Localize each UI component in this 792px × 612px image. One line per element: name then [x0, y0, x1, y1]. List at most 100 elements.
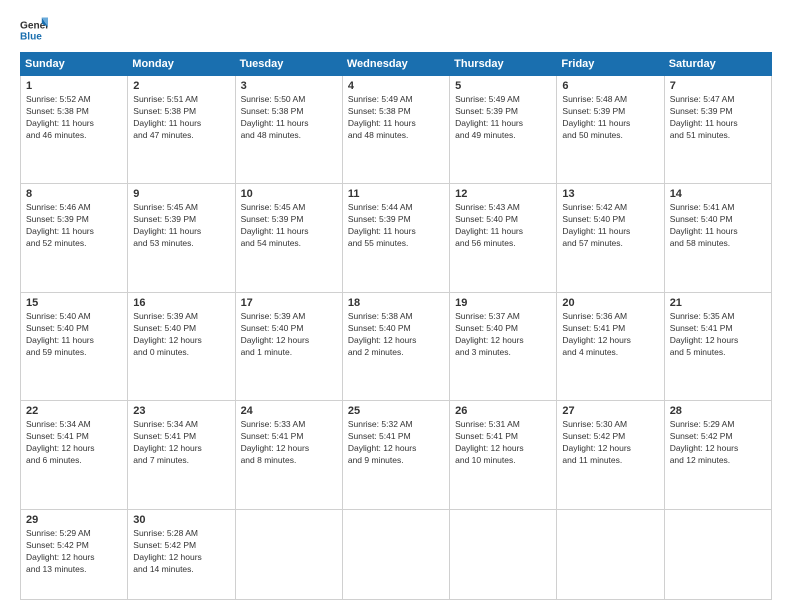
day-number: 23	[133, 405, 229, 417]
day-number: 30	[133, 514, 229, 526]
cell-content: Sunrise: 5:45 AM Sunset: 5:39 PM Dayligh…	[241, 202, 337, 250]
cell-content: Sunrise: 5:32 AM Sunset: 5:41 PM Dayligh…	[348, 419, 444, 467]
cell-content: Sunrise: 5:33 AM Sunset: 5:41 PM Dayligh…	[241, 419, 337, 467]
day-number: 11	[348, 188, 444, 200]
calendar-cell: 19 Sunrise: 5:37 AM Sunset: 5:40 PM Dayli…	[450, 292, 557, 400]
logo: General Blue	[20, 16, 48, 44]
weekday-header-tuesday: Tuesday	[235, 53, 342, 76]
day-number: 13	[562, 188, 658, 200]
day-number: 2	[133, 80, 229, 92]
calendar-row-3: 22 Sunrise: 5:34 AM Sunset: 5:41 PM Dayli…	[21, 401, 772, 509]
day-number: 17	[241, 297, 337, 309]
calendar-cell: 8 Sunrise: 5:46 AM Sunset: 5:39 PM Daylig…	[21, 184, 128, 292]
calendar-cell: 22 Sunrise: 5:34 AM Sunset: 5:41 PM Dayli…	[21, 401, 128, 509]
calendar-cell: 29 Sunrise: 5:29 AM Sunset: 5:42 PM Dayli…	[21, 509, 128, 599]
cell-content: Sunrise: 5:42 AM Sunset: 5:40 PM Dayligh…	[562, 202, 658, 250]
cell-content: Sunrise: 5:29 AM Sunset: 5:42 PM Dayligh…	[26, 528, 122, 576]
header: General Blue	[20, 16, 772, 44]
cell-content: Sunrise: 5:34 AM Sunset: 5:41 PM Dayligh…	[26, 419, 122, 467]
day-number: 14	[670, 188, 766, 200]
svg-text:Blue: Blue	[20, 31, 42, 42]
calendar-cell: 25 Sunrise: 5:32 AM Sunset: 5:41 PM Dayli…	[342, 401, 449, 509]
day-number: 27	[562, 405, 658, 417]
calendar-row-0: 1Sunrise: 5:52 AM Sunset: 5:38 PM Daylig…	[21, 76, 772, 184]
day-number: 15	[26, 297, 122, 309]
cell-content: Sunrise: 5:34 AM Sunset: 5:41 PM Dayligh…	[133, 419, 229, 467]
cell-content: Sunrise: 5:39 AM Sunset: 5:40 PM Dayligh…	[241, 311, 337, 359]
calendar-cell: 24 Sunrise: 5:33 AM Sunset: 5:41 PM Dayli…	[235, 401, 342, 509]
weekday-header-row: SundayMondayTuesdayWednesdayThursdayFrid…	[21, 53, 772, 76]
cell-content: Sunrise: 5:44 AM Sunset: 5:39 PM Dayligh…	[348, 202, 444, 250]
calendar-cell: 9 Sunrise: 5:45 AM Sunset: 5:39 PM Daylig…	[128, 184, 235, 292]
calendar-cell: 20 Sunrise: 5:36 AM Sunset: 5:41 PM Dayli…	[557, 292, 664, 400]
day-number: 22	[26, 405, 122, 417]
cell-content: Sunrise: 5:40 AM Sunset: 5:40 PM Dayligh…	[26, 311, 122, 359]
calendar-cell: 12 Sunrise: 5:43 AM Sunset: 5:40 PM Dayli…	[450, 184, 557, 292]
calendar-row-2: 15 Sunrise: 5:40 AM Sunset: 5:40 PM Dayli…	[21, 292, 772, 400]
day-number: 5	[455, 80, 551, 92]
calendar-cell	[557, 509, 664, 599]
logo-icon: General Blue	[20, 16, 48, 44]
cell-content: Sunrise: 5:49 AM Sunset: 5:39 PM Dayligh…	[455, 94, 551, 142]
cell-content: Sunrise: 5:45 AM Sunset: 5:39 PM Dayligh…	[133, 202, 229, 250]
day-number: 29	[26, 514, 122, 526]
cell-content: Sunrise: 5:38 AM Sunset: 5:40 PM Dayligh…	[348, 311, 444, 359]
calendar-cell	[235, 509, 342, 599]
day-number: 26	[455, 405, 551, 417]
cell-content: Sunrise: 5:47 AM Sunset: 5:39 PM Dayligh…	[670, 94, 766, 142]
cell-content: Sunrise: 5:49 AM Sunset: 5:38 PM Dayligh…	[348, 94, 444, 142]
calendar-cell: 26 Sunrise: 5:31 AM Sunset: 5:41 PM Dayli…	[450, 401, 557, 509]
day-number: 9	[133, 188, 229, 200]
cell-content: Sunrise: 5:31 AM Sunset: 5:41 PM Dayligh…	[455, 419, 551, 467]
calendar-cell: 30 Sunrise: 5:28 AM Sunset: 5:42 PM Dayli…	[128, 509, 235, 599]
calendar-cell: 4Sunrise: 5:49 AM Sunset: 5:38 PM Daylig…	[342, 76, 449, 184]
calendar-cell: 1Sunrise: 5:52 AM Sunset: 5:38 PM Daylig…	[21, 76, 128, 184]
day-number: 8	[26, 188, 122, 200]
day-number: 25	[348, 405, 444, 417]
calendar-cell: 23 Sunrise: 5:34 AM Sunset: 5:41 PM Dayli…	[128, 401, 235, 509]
cell-content: Sunrise: 5:50 AM Sunset: 5:38 PM Dayligh…	[241, 94, 337, 142]
day-number: 16	[133, 297, 229, 309]
day-number: 6	[562, 80, 658, 92]
cell-content: Sunrise: 5:52 AM Sunset: 5:38 PM Dayligh…	[26, 94, 122, 142]
day-number: 12	[455, 188, 551, 200]
page: General Blue SundayMondayTuesdayWednesda…	[0, 0, 792, 612]
day-number: 3	[241, 80, 337, 92]
calendar-cell: 13 Sunrise: 5:42 AM Sunset: 5:40 PM Dayli…	[557, 184, 664, 292]
calendar-cell: 5 Sunrise: 5:49 AM Sunset: 5:39 PM Daylig…	[450, 76, 557, 184]
calendar-table: SundayMondayTuesdayWednesdayThursdayFrid…	[20, 52, 772, 600]
calendar-cell: 15 Sunrise: 5:40 AM Sunset: 5:40 PM Dayli…	[21, 292, 128, 400]
cell-content: Sunrise: 5:39 AM Sunset: 5:40 PM Dayligh…	[133, 311, 229, 359]
day-number: 19	[455, 297, 551, 309]
cell-content: Sunrise: 5:29 AM Sunset: 5:42 PM Dayligh…	[670, 419, 766, 467]
calendar-cell: 28Sunrise: 5:29 AM Sunset: 5:42 PM Dayli…	[664, 401, 771, 509]
calendar-cell: 16 Sunrise: 5:39 AM Sunset: 5:40 PM Dayli…	[128, 292, 235, 400]
day-number: 24	[241, 405, 337, 417]
cell-content: Sunrise: 5:43 AM Sunset: 5:40 PM Dayligh…	[455, 202, 551, 250]
weekday-header-friday: Friday	[557, 53, 664, 76]
cell-content: Sunrise: 5:41 AM Sunset: 5:40 PM Dayligh…	[670, 202, 766, 250]
calendar-cell: 17 Sunrise: 5:39 AM Sunset: 5:40 PM Dayli…	[235, 292, 342, 400]
calendar-cell: 18 Sunrise: 5:38 AM Sunset: 5:40 PM Dayli…	[342, 292, 449, 400]
calendar-cell: 2Sunrise: 5:51 AM Sunset: 5:38 PM Daylig…	[128, 76, 235, 184]
calendar-cell: 3 Sunrise: 5:50 AM Sunset: 5:38 PM Daylig…	[235, 76, 342, 184]
day-number: 21	[670, 297, 766, 309]
cell-content: Sunrise: 5:46 AM Sunset: 5:39 PM Dayligh…	[26, 202, 122, 250]
weekday-header-saturday: Saturday	[664, 53, 771, 76]
calendar-cell: 11 Sunrise: 5:44 AM Sunset: 5:39 PM Dayli…	[342, 184, 449, 292]
cell-content: Sunrise: 5:48 AM Sunset: 5:39 PM Dayligh…	[562, 94, 658, 142]
cell-content: Sunrise: 5:37 AM Sunset: 5:40 PM Dayligh…	[455, 311, 551, 359]
cell-content: Sunrise: 5:36 AM Sunset: 5:41 PM Dayligh…	[562, 311, 658, 359]
day-number: 18	[348, 297, 444, 309]
day-number: 20	[562, 297, 658, 309]
day-number: 7	[670, 80, 766, 92]
calendar-cell: 21Sunrise: 5:35 AM Sunset: 5:41 PM Dayli…	[664, 292, 771, 400]
calendar-row-4: 29 Sunrise: 5:29 AM Sunset: 5:42 PM Dayli…	[21, 509, 772, 599]
cell-content: Sunrise: 5:30 AM Sunset: 5:42 PM Dayligh…	[562, 419, 658, 467]
cell-content: Sunrise: 5:28 AM Sunset: 5:42 PM Dayligh…	[133, 528, 229, 576]
calendar-cell	[342, 509, 449, 599]
calendar-cell: 14 Sunrise: 5:41 AM Sunset: 5:40 PM Dayli…	[664, 184, 771, 292]
weekday-header-thursday: Thursday	[450, 53, 557, 76]
calendar-cell: 7 Sunrise: 5:47 AM Sunset: 5:39 PM Daylig…	[664, 76, 771, 184]
calendar-cell: 27 Sunrise: 5:30 AM Sunset: 5:42 PM Dayli…	[557, 401, 664, 509]
